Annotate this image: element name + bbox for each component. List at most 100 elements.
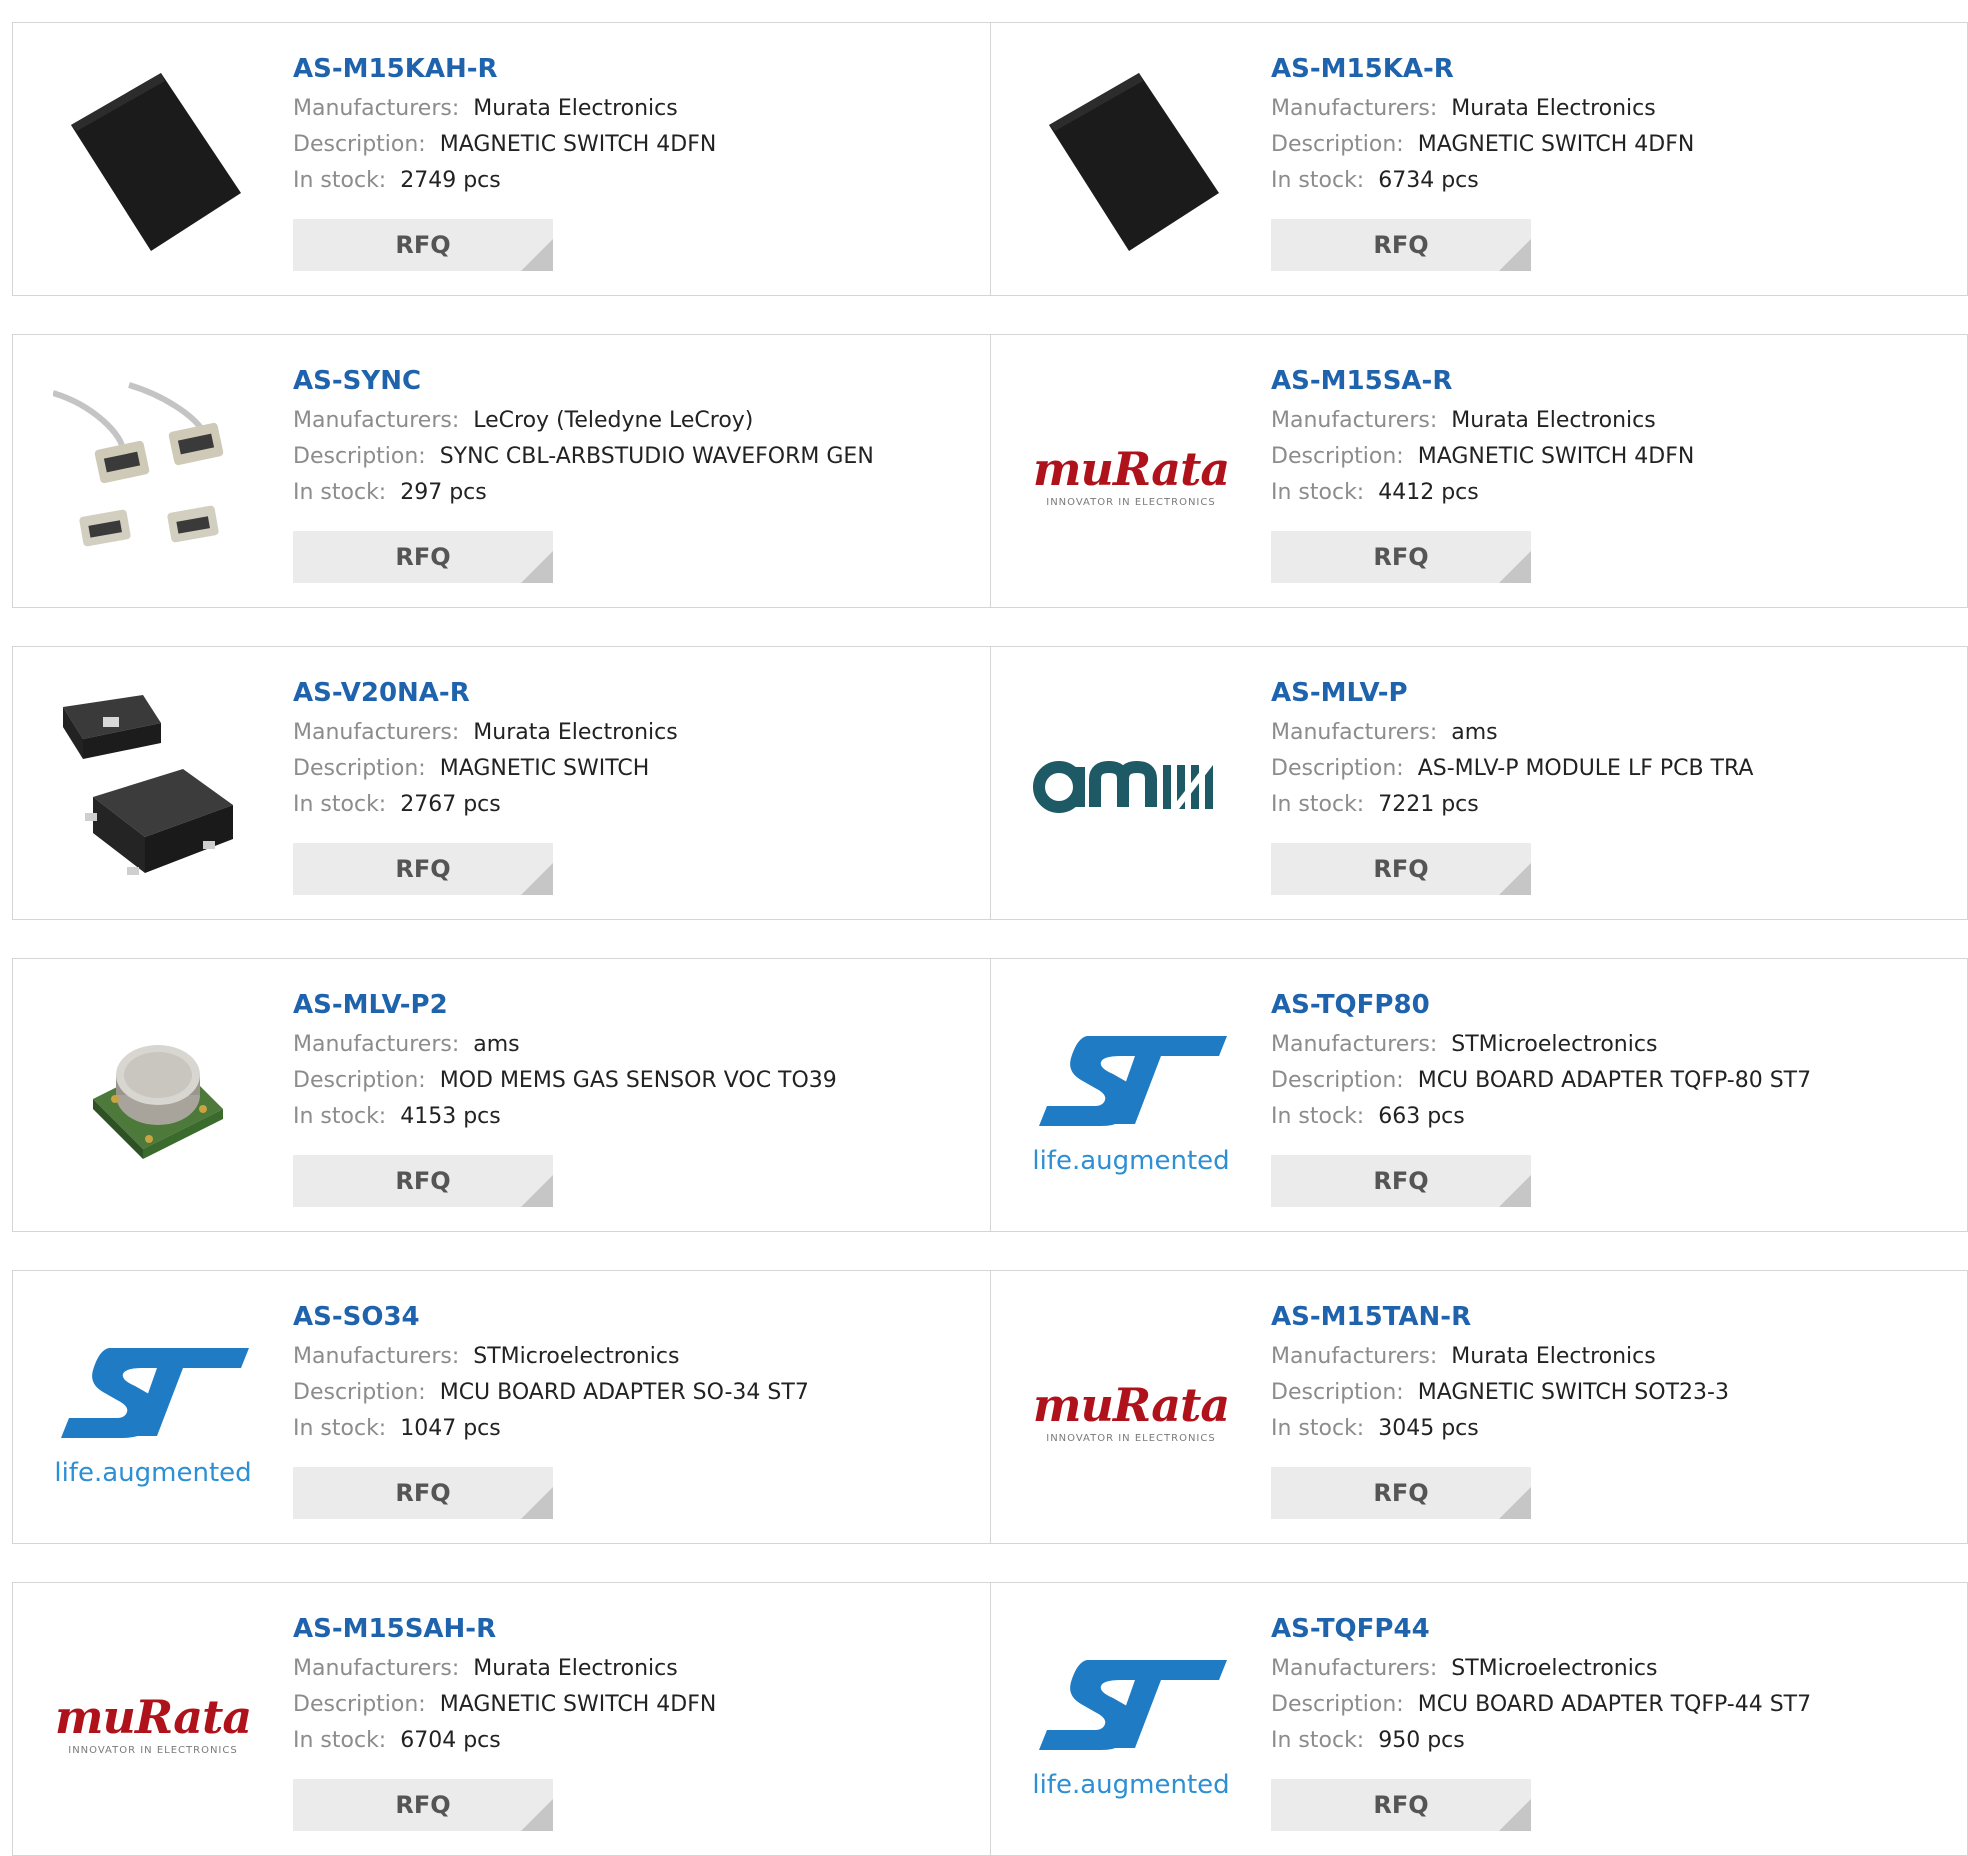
manufacturer-line: Manufacturers: Murata Electronics bbox=[1271, 1339, 1947, 1375]
part-number-link[interactable]: AS-M15KAH-R bbox=[293, 51, 970, 87]
manufacturer-value: Murata Electronics bbox=[1451, 408, 1656, 433]
description-line: Description: MCU BOARD ADAPTER TQFP-80 ST… bbox=[1271, 1063, 1947, 1099]
manufacturer-line: Manufacturers: ams bbox=[1271, 715, 1947, 751]
product-card: life.augmented AS-TQFP44 Manufacturers: S… bbox=[990, 1583, 1967, 1855]
rfq-button[interactable]: RFQ bbox=[1271, 531, 1531, 583]
manufacturer-value: STMicroelectronics bbox=[1451, 1656, 1658, 1681]
stock-value: 2767 pcs bbox=[400, 792, 501, 817]
description-value: MOD MEMS GAS SENSOR VOC TO39 bbox=[439, 1068, 837, 1093]
stock-value: 6734 pcs bbox=[1378, 168, 1479, 193]
product-card: AS-MLV-P Manufacturers: ams Description: A… bbox=[990, 647, 1967, 919]
manufacturer-label: Manufacturers: bbox=[293, 408, 460, 433]
rfq-button[interactable]: RFQ bbox=[293, 1467, 553, 1519]
product-thumbnail[interactable] bbox=[53, 63, 253, 263]
rfq-button[interactable]: RFQ bbox=[1271, 1467, 1531, 1519]
part-number-link[interactable]: AS-M15SAH-R bbox=[293, 1611, 970, 1647]
description-value: MAGNETIC SWITCH 4DFN bbox=[439, 1692, 717, 1717]
stock-label: In stock: bbox=[293, 480, 387, 505]
description-label: Description: bbox=[293, 1068, 426, 1093]
product-card: AS-SYNC Manufacturers: LeCroy (Teledyne L… bbox=[13, 335, 990, 607]
product-thumbnail[interactable]: muRata INNOVATOR IN ELECTRONICS bbox=[1031, 1311, 1231, 1511]
rfq-button[interactable]: RFQ bbox=[293, 1779, 553, 1831]
product-thumbnail[interactable] bbox=[53, 687, 253, 887]
switch-image bbox=[63, 695, 233, 875]
product-thumbnail[interactable] bbox=[53, 999, 253, 1199]
stock-value: 6704 pcs bbox=[400, 1728, 501, 1753]
part-number-link[interactable]: AS-TQFP80 bbox=[1271, 987, 1947, 1023]
description-line: Description: MAGNETIC SWITCH 4DFN bbox=[1271, 127, 1947, 163]
product-thumbnail[interactable]: muRata INNOVATOR IN ELECTRONICS bbox=[1031, 375, 1231, 575]
rfq-label: RFQ bbox=[1373, 231, 1429, 259]
manufacturer-label: Manufacturers: bbox=[1271, 1032, 1438, 1057]
murata-logo: muRata INNOVATOR IN ELECTRONICS bbox=[1032, 1377, 1230, 1444]
stock-line: In stock: 4153 pcs bbox=[293, 1099, 970, 1135]
part-number-link[interactable]: AS-MLV-P2 bbox=[293, 987, 970, 1023]
product-row: AS-M15KAH-R Manufacturers: Murata Electro… bbox=[12, 22, 1968, 296]
part-number-link[interactable]: AS-M15TAN-R bbox=[1271, 1299, 1947, 1335]
product-card: AS-V20NA-R Manufacturers: Murata Electron… bbox=[13, 647, 990, 919]
manufacturer-line: Manufacturers: Murata Electronics bbox=[293, 1651, 970, 1687]
manufacturer-value: ams bbox=[1451, 720, 1498, 745]
stock-label: In stock: bbox=[1271, 1104, 1365, 1129]
stock-value: 950 pcs bbox=[1378, 1728, 1465, 1753]
ams-logo bbox=[1033, 760, 1213, 813]
rfq-button[interactable]: RFQ bbox=[293, 1155, 553, 1207]
description-line: Description: MAGNETIC SWITCH 4DFN bbox=[293, 127, 970, 163]
product-thumbnail[interactable]: life.augmented bbox=[1031, 1623, 1231, 1823]
product-card: life.augmented AS-TQFP80 Manufacturers: S… bbox=[990, 959, 1967, 1231]
rfq-button[interactable]: RFQ bbox=[293, 531, 553, 583]
manufacturer-label: Manufacturers: bbox=[293, 1344, 460, 1369]
stock-line: In stock: 6734 pcs bbox=[1271, 163, 1947, 199]
manufacturer-label: Manufacturers: bbox=[1271, 408, 1438, 433]
rfq-button[interactable]: RFQ bbox=[293, 843, 553, 895]
manufacturer-line: Manufacturers: LeCroy (Teledyne LeCroy) bbox=[293, 403, 970, 439]
stock-value: 1047 pcs bbox=[400, 1416, 501, 1441]
st-tagline: life.augmented bbox=[1032, 1146, 1230, 1176]
product-thumbnail[interactable] bbox=[1031, 63, 1231, 263]
product-thumbnail[interactable] bbox=[53, 375, 253, 575]
manufacturer-label: Manufacturers: bbox=[1271, 1344, 1438, 1369]
manufacturer-value: Murata Electronics bbox=[1451, 96, 1656, 121]
manufacturer-line: Manufacturers: STMicroelectronics bbox=[293, 1339, 970, 1375]
manufacturer-line: Manufacturers: STMicroelectronics bbox=[1271, 1651, 1947, 1687]
description-label: Description: bbox=[1271, 132, 1404, 157]
product-thumbnail[interactable]: life.augmented bbox=[1031, 999, 1231, 1199]
description-label: Description: bbox=[293, 444, 426, 469]
rfq-button[interactable]: RFQ bbox=[1271, 1155, 1531, 1207]
manufacturer-label: Manufacturers: bbox=[293, 720, 460, 745]
rfq-label: RFQ bbox=[1373, 1167, 1429, 1195]
rfq-button[interactable]: RFQ bbox=[293, 219, 553, 271]
rfq-button[interactable]: RFQ bbox=[1271, 1779, 1531, 1831]
product-thumbnail[interactable]: muRata INNOVATOR IN ELECTRONICS bbox=[53, 1623, 253, 1823]
product-thumbnail[interactable] bbox=[1031, 687, 1231, 887]
product-thumbnail[interactable]: life.augmented bbox=[53, 1311, 253, 1511]
manufacturer-value: ams bbox=[473, 1032, 520, 1057]
part-number-link[interactable]: AS-V20NA-R bbox=[293, 675, 970, 711]
description-value: MCU BOARD ADAPTER TQFP-80 ST7 bbox=[1417, 1068, 1812, 1093]
murata-logo: muRata INNOVATOR IN ELECTRONICS bbox=[1032, 441, 1230, 508]
rfq-button[interactable]: RFQ bbox=[1271, 219, 1531, 271]
manufacturer-value: Murata Electronics bbox=[473, 1656, 678, 1681]
product-card: muRata INNOVATOR IN ELECTRONICS AS-M15TA… bbox=[990, 1271, 1967, 1543]
part-number-link[interactable]: AS-M15KA-R bbox=[1271, 51, 1947, 87]
manufacturer-value: LeCroy (Teledyne LeCroy) bbox=[473, 408, 754, 433]
rfq-label: RFQ bbox=[395, 855, 451, 883]
part-number-link[interactable]: AS-TQFP44 bbox=[1271, 1611, 1947, 1647]
description-label: Description: bbox=[293, 1692, 426, 1717]
murata-wordmark: muRata bbox=[1032, 1377, 1230, 1432]
rfq-button[interactable]: RFQ bbox=[1271, 843, 1531, 895]
product-list: AS-M15KAH-R Manufacturers: Murata Electro… bbox=[0, 0, 1968, 1856]
stock-label: In stock: bbox=[1271, 1728, 1365, 1753]
part-number-link[interactable]: AS-MLV-P bbox=[1271, 675, 1947, 711]
murata-wordmark: muRata bbox=[1032, 441, 1230, 496]
stock-label: In stock: bbox=[1271, 168, 1365, 193]
rfq-label: RFQ bbox=[1373, 1479, 1429, 1507]
product-row: AS-V20NA-R Manufacturers: Murata Electron… bbox=[12, 646, 1968, 920]
part-number-link[interactable]: AS-M15SA-R bbox=[1271, 363, 1947, 399]
stock-line: In stock: 663 pcs bbox=[1271, 1099, 1947, 1135]
description-label: Description: bbox=[1271, 756, 1404, 781]
part-number-link[interactable]: AS-SYNC bbox=[293, 363, 970, 399]
part-number-link[interactable]: AS-SO34 bbox=[293, 1299, 970, 1335]
product-row: muRata INNOVATOR IN ELECTRONICS AS-M15SA… bbox=[12, 1582, 1968, 1856]
product-card: life.augmented AS-SO34 Manufacturers: STM… bbox=[13, 1271, 990, 1543]
